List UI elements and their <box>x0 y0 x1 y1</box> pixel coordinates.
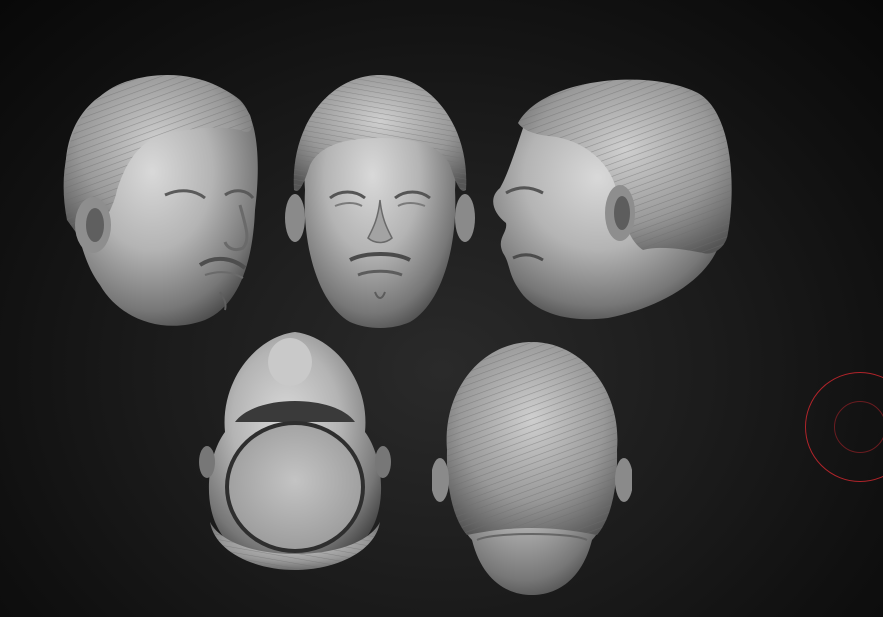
sculpt-viewport[interactable] <box>0 0 883 617</box>
head-view-bottom[interactable] <box>195 322 395 572</box>
head-sculpt-profile-icon <box>493 79 732 320</box>
head-sculpt-back-icon <box>432 342 632 595</box>
head-sculpt-three-quarter-icon <box>63 74 258 326</box>
head-view-front[interactable] <box>280 70 480 335</box>
head-view-profile[interactable] <box>488 68 736 328</box>
brush-circle-cursor-icon <box>805 372 883 482</box>
head-sculpt-front-icon <box>285 75 475 328</box>
head-sculpt-bottom-icon <box>199 332 391 570</box>
brush-inner-ring <box>834 401 883 453</box>
head-view-three-quarter[interactable] <box>55 70 270 335</box>
head-view-back[interactable] <box>432 340 632 602</box>
